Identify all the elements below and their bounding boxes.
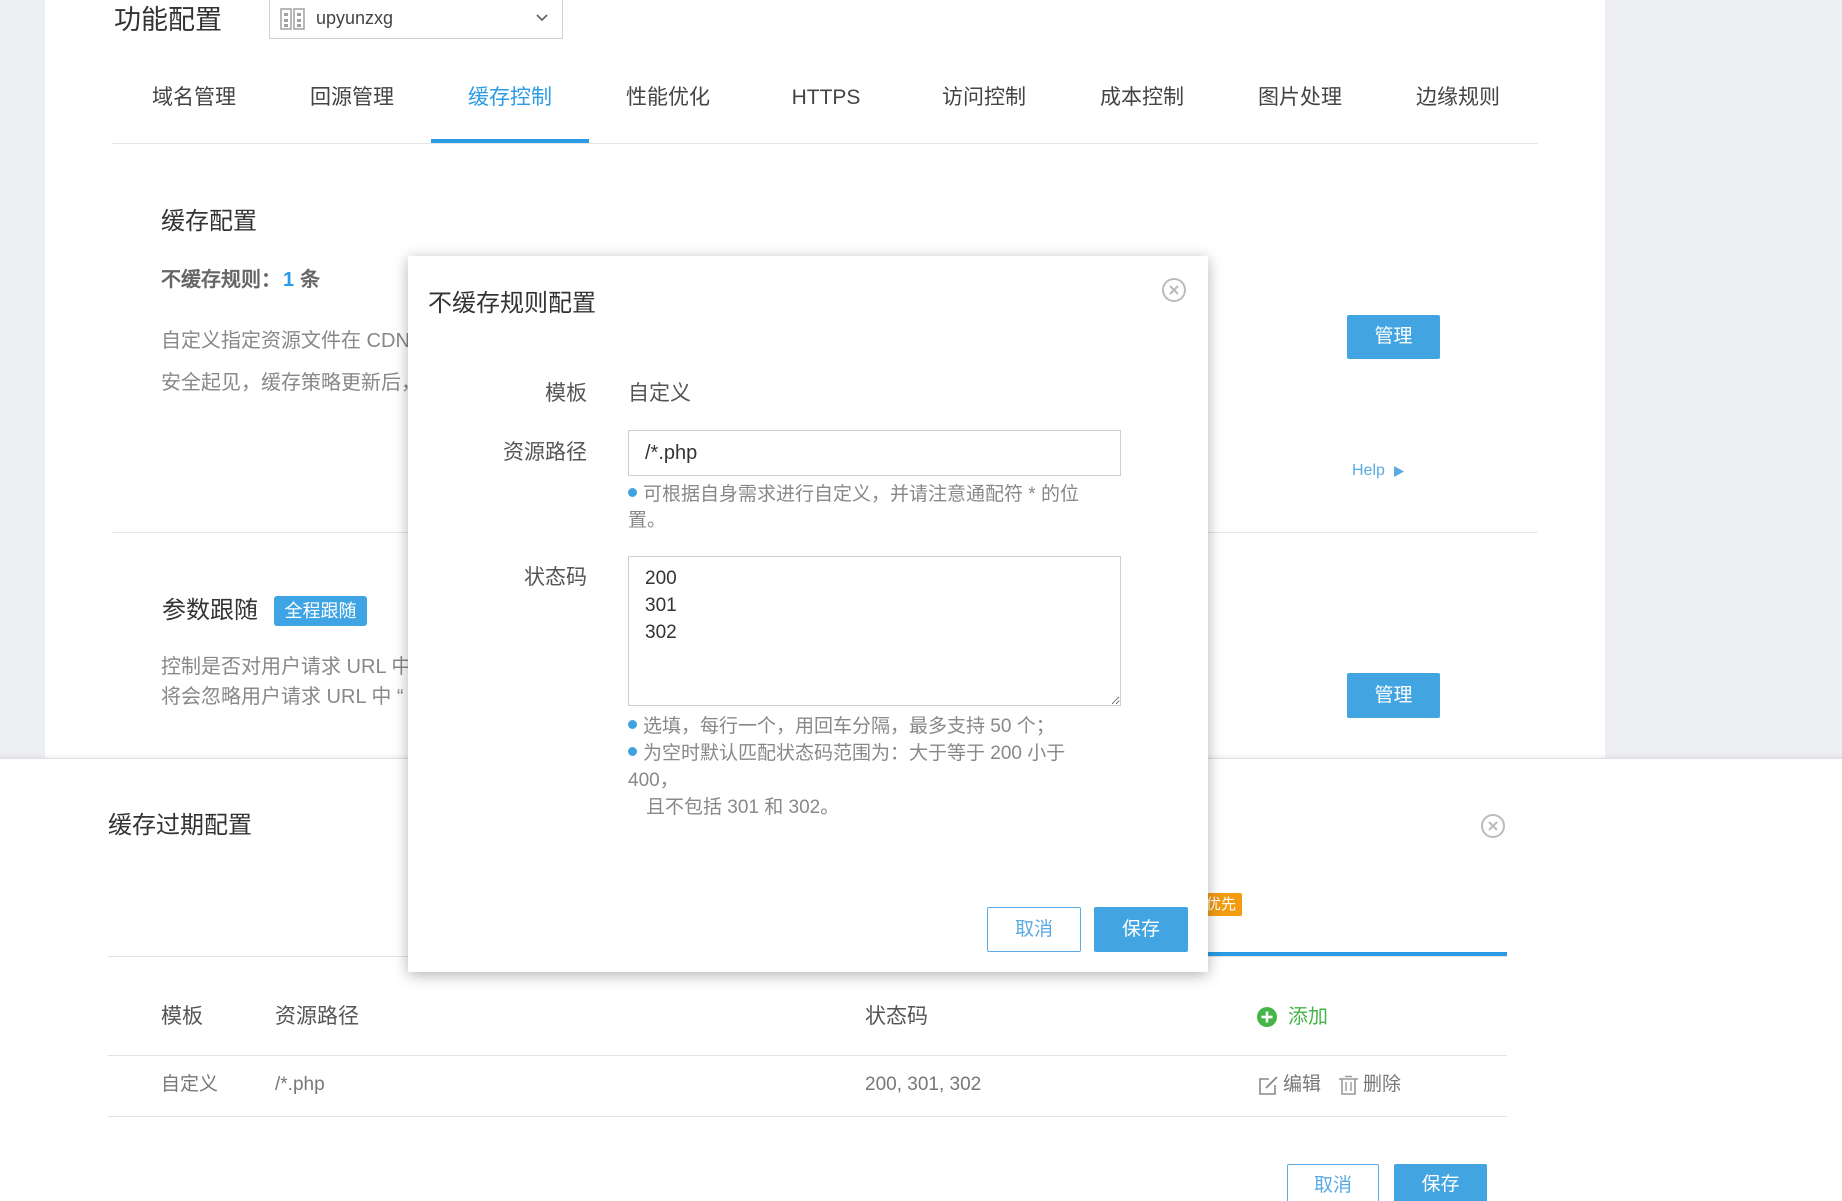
param-follow-description-line: 控制是否对用户请求 URL 中 bbox=[161, 656, 412, 678]
dialog-cancel-button[interactable]: 取消 bbox=[987, 907, 1081, 952]
triangle-right-icon bbox=[1393, 465, 1404, 477]
tab-performance[interactable]: 性能优化 bbox=[589, 76, 747, 143]
plus-circle-icon bbox=[1257, 1007, 1277, 1027]
row-resource-path: /*.php bbox=[275, 1074, 325, 1095]
no-cache-rule-summary: 不缓存规则： 1 条 bbox=[161, 266, 320, 294]
tab-origin-management[interactable]: 回源管理 bbox=[273, 76, 431, 143]
edit-icon bbox=[1259, 1075, 1278, 1095]
tabs-divider bbox=[112, 143, 1538, 144]
tab-domain-management[interactable]: 域名管理 bbox=[115, 76, 273, 143]
no-cache-rule-count: 1 bbox=[283, 269, 295, 291]
template-label: 模板 bbox=[545, 382, 587, 405]
hint-bullet bbox=[628, 747, 637, 757]
help-link-label: Help bbox=[1352, 462, 1385, 479]
tab-image-processing[interactable]: 图片处理 bbox=[1221, 76, 1379, 143]
table-header-resource-path: 资源路径 bbox=[275, 1005, 359, 1028]
cache-expire-config-title: 缓存过期配置 bbox=[108, 812, 252, 839]
resource-path-label: 资源路径 bbox=[503, 441, 587, 464]
page-title: 功能配置 bbox=[114, 5, 222, 35]
no-cache-rule-label: 不缓存规则： bbox=[161, 269, 281, 291]
tab-cache-control[interactable]: 缓存控制 bbox=[431, 76, 589, 143]
close-icon[interactable] bbox=[1480, 813, 1506, 839]
tab-cost-control[interactable]: 成本控制 bbox=[1063, 76, 1221, 143]
param-follow-status-badge: 全程跟随 bbox=[274, 596, 367, 626]
status-code-label: 状态码 bbox=[524, 566, 587, 589]
row-status-codes: 200, 301, 302 bbox=[865, 1074, 982, 1095]
feature-tabs: 域名管理 回源管理 缓存控制 性能优化 HTTPS 访问控制 成本控制 图片处理… bbox=[115, 76, 1537, 143]
domain-select[interactable]: upyunzxg bbox=[269, 0, 563, 39]
dialog-title: 不缓存规则配置 bbox=[428, 290, 596, 317]
cache-config-description-line: 自定义指定资源文件在 CDN bbox=[161, 330, 410, 352]
status-code-hint: 选填，每行一个，用回车分隔，最多支持 50 个； bbox=[628, 713, 1093, 740]
tab-access-control[interactable]: 访问控制 bbox=[905, 76, 1063, 143]
delete-label: 删除 bbox=[1363, 1074, 1402, 1095]
hint-bullet bbox=[628, 488, 637, 498]
chevron-down-icon bbox=[536, 14, 548, 22]
help-link[interactable]: Help bbox=[1352, 460, 1404, 482]
status-code-hint: 为空时默认匹配状态码范围为：大于等于 200 小于 400， bbox=[628, 740, 1093, 794]
resource-path-input[interactable] bbox=[628, 430, 1121, 476]
table-header-divider bbox=[108, 1055, 1507, 1056]
cache-config-manage-button[interactable]: 管理 bbox=[1347, 315, 1440, 359]
domain-select-value: upyunzxg bbox=[316, 8, 394, 28]
no-cache-rule-dialog: 不缓存规则配置 模板 自定义 资源路径 可根据自身需求进行自定义，并请注意通配符… bbox=[408, 256, 1208, 972]
dialog-save-button[interactable]: 保存 bbox=[1094, 907, 1188, 952]
status-code-hints: 选填，每行一个，用回车分隔，最多支持 50 个； 为空时默认匹配状态码范围为：大… bbox=[628, 713, 1093, 821]
delete-icon bbox=[1339, 1075, 1358, 1095]
domain-icon bbox=[280, 8, 305, 30]
status-code-textarea[interactable]: 200 301 302 bbox=[628, 556, 1121, 706]
cancel-button[interactable]: 取消 bbox=[1287, 1164, 1379, 1201]
save-button[interactable]: 保存 bbox=[1394, 1164, 1487, 1201]
close-icon[interactable] bbox=[1161, 277, 1187, 303]
template-value: 自定义 bbox=[628, 382, 691, 405]
status-code-hint-text: 为空时默认匹配状态码范围为：大于等于 200 小于 400， bbox=[628, 743, 1066, 791]
status-code-hint: 且不包括 301 和 302。 bbox=[628, 794, 1093, 821]
app-root: 功能配置 upyunzxg 域名管理 回源管理 缓存控制 性能优化 HTTPS … bbox=[0, 0, 1842, 1201]
row-template: 自定义 bbox=[161, 1074, 219, 1095]
add-rule-label: 添加 bbox=[1288, 1006, 1328, 1028]
param-follow-manage-button[interactable]: 管理 bbox=[1347, 673, 1440, 718]
cache-config-title: 缓存配置 bbox=[161, 208, 257, 235]
table-header-template: 模板 bbox=[161, 1005, 203, 1028]
tab-https[interactable]: HTTPS bbox=[747, 76, 905, 143]
resource-path-hint: 可根据自身需求进行自定义，并请注意通配符 * 的位置。 bbox=[628, 482, 1093, 534]
add-rule-button[interactable]: 添加 bbox=[1256, 1003, 1328, 1031]
edit-button[interactable]: 编辑 bbox=[1258, 1072, 1321, 1098]
param-follow-title: 参数跟随 bbox=[162, 597, 258, 624]
status-code-hint-text: 选填，每行一个，用回车分隔，最多支持 50 个； bbox=[643, 716, 1055, 737]
delete-button[interactable]: 删除 bbox=[1338, 1072, 1401, 1098]
cache-config-description-line: 安全起见，缓存策略更新后， bbox=[161, 372, 421, 394]
edit-label: 编辑 bbox=[1283, 1074, 1322, 1095]
status-code-hint-text: 且不包括 301 和 302。 bbox=[646, 797, 840, 818]
resource-path-hint-text: 可根据自身需求进行自定义，并请注意通配符 * 的位置。 bbox=[628, 484, 1079, 531]
table-header-status-code: 状态码 bbox=[865, 1005, 928, 1028]
no-cache-rule-unit: 条 bbox=[300, 269, 321, 291]
table-row-divider bbox=[108, 1116, 1507, 1117]
tab-edge-rules[interactable]: 边缘规则 bbox=[1379, 76, 1537, 143]
hint-bullet bbox=[628, 720, 637, 730]
param-follow-description-line: 将会忽略用户请求 URL 中 “ bbox=[161, 686, 404, 708]
